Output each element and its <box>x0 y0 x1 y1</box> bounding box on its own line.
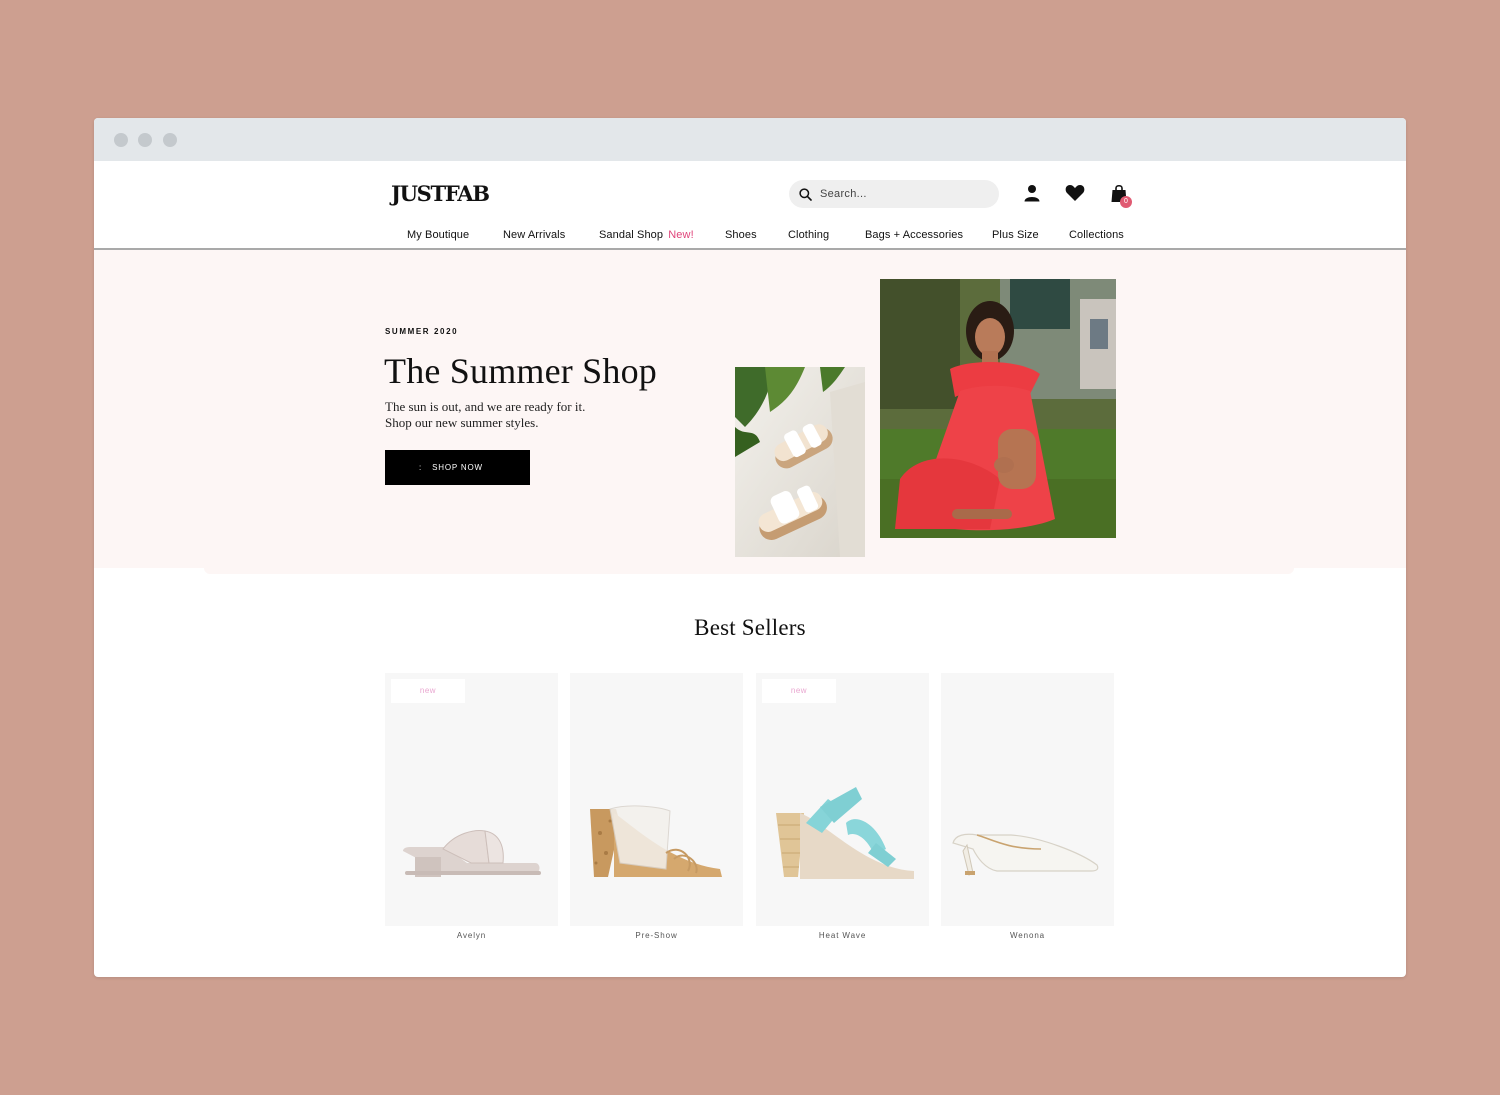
brand-logo[interactable]: JUSTFAB <box>391 181 490 206</box>
product-card-pre-show[interactable] <box>570 673 743 926</box>
browser-window: JUSTFAB 0 My Boutique New Arrivals Sanda… <box>94 118 1406 977</box>
browser-titlebar <box>94 118 1406 161</box>
nav-bags-accessories[interactable]: Bags + Accessories <box>865 229 963 241</box>
product-name-wenona[interactable]: Wenona <box>941 931 1114 940</box>
product-name-heat-wave[interactable]: Heat Wave <box>756 931 929 940</box>
product-image-heat-wave <box>776 787 914 879</box>
nav-new-badge: New! <box>668 229 694 241</box>
product-image-pre-show <box>590 805 722 877</box>
product-tag-new: new <box>391 679 465 703</box>
best-sellers-title: Best Sellers <box>694 615 806 640</box>
product-card-avelyn[interactable]: new <box>385 673 558 926</box>
product-name-pre-show[interactable]: Pre-Show <box>570 931 743 940</box>
nav-my-boutique[interactable]: My Boutique <box>407 229 469 241</box>
main-nav: My Boutique New Arrivals Sandal Shop New… <box>94 229 1406 245</box>
hero-bottom-edge <box>204 568 1294 574</box>
shop-now-prefix: : <box>419 463 423 472</box>
hero-banner: SUMMER 2020 The Summer Shop The sun is o… <box>94 250 1406 568</box>
heart-icon[interactable] <box>1065 184 1085 202</box>
nav-collections[interactable]: Collections <box>1069 229 1124 241</box>
search-icon <box>799 187 812 201</box>
nav-clothing[interactable]: Clothing <box>788 229 829 241</box>
model-photo[interactable] <box>880 279 1116 538</box>
search-bar[interactable] <box>789 180 999 208</box>
search-input[interactable] <box>818 187 982 201</box>
account-icon[interactable] <box>1023 184 1041 202</box>
sandals-photo[interactable] <box>735 367 865 557</box>
shop-now-label: SHOP NOW <box>432 463 483 472</box>
window-close-dot[interactable] <box>114 133 128 147</box>
product-image-avelyn <box>403 830 541 877</box>
hero-eyebrow: SUMMER 2020 <box>385 327 459 336</box>
nav-sandal-shop[interactable]: Sandal Shop New! <box>599 229 694 241</box>
nav-shoes[interactable]: Shoes <box>725 229 757 241</box>
nav-new-arrivals[interactable]: New Arrivals <box>503 229 565 241</box>
hero-subtitle-line1: The sun is out, and we are ready for it. <box>385 399 586 414</box>
nav-plus-size[interactable]: Plus Size <box>992 229 1039 241</box>
product-card-wenona[interactable] <box>941 673 1114 926</box>
shop-now-button[interactable]: : SHOP NOW <box>385 450 530 485</box>
product-image-wenona <box>952 833 1099 876</box>
product-tag-new: new <box>762 679 836 703</box>
product-card-heat-wave[interactable]: new <box>756 673 929 926</box>
hero-subtitle: The sun is out, and we are ready for it.… <box>385 399 685 431</box>
site-header: JUSTFAB 0 My Boutique New Arrivals Sanda… <box>94 161 1406 250</box>
hero-subtitle-line2: Shop our new summer styles. <box>385 415 539 430</box>
window-minimize-dot[interactable] <box>138 133 152 147</box>
window-maximize-dot[interactable] <box>163 133 177 147</box>
cart-count-badge: 0 <box>1120 196 1132 208</box>
hero-title: The Summer Shop <box>384 351 657 391</box>
product-name-avelyn[interactable]: Avelyn <box>385 931 558 940</box>
nav-sandal-shop-label: Sandal Shop <box>599 229 664 241</box>
